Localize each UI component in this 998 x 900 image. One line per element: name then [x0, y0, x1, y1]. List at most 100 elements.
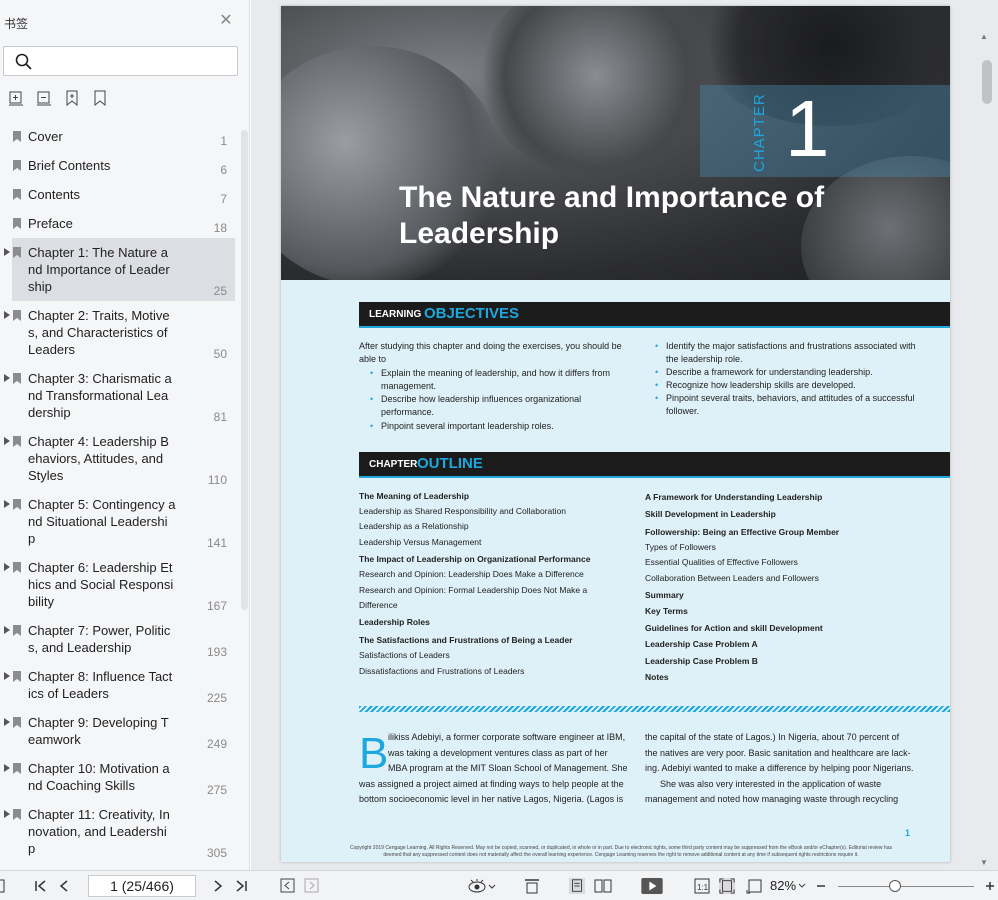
continuous-scroll-icon[interactable] [524, 878, 540, 894]
objective-item: Explain the meaning of leadership, and h… [370, 367, 626, 393]
expand-arrow-icon[interactable] [4, 500, 10, 508]
close-icon[interactable]: ✕ [218, 13, 234, 29]
last-page-icon[interactable] [234, 878, 248, 894]
bookmark-label: Contents [28, 187, 81, 202]
previous-page-icon[interactable] [58, 878, 70, 894]
bookmarks-sidebar: 书签 ✕ Cover 1 Brief Contents 6 Contents 7 Prefa… [0, 0, 250, 870]
bookmark-flag-icon [13, 671, 21, 682]
expand-arrow-icon[interactable] [4, 672, 10, 680]
sidebar-scrollbar[interactable] [241, 130, 248, 610]
sidebar-title: 书签 [4, 17, 29, 31]
bookmark-flag-icon [13, 436, 21, 447]
bookmark-item[interactable]: Cover 1 [0, 122, 240, 151]
bookmark-flag-icon [13, 160, 21, 171]
bottom-toolbar: 1:1 82% [0, 870, 998, 900]
objective-item: Pinpoint several traits, behaviors, and … [655, 392, 916, 418]
outline-entry: Research and Opinion: Leadership Does Ma… [359, 569, 584, 579]
document-viewer: CHAPTER 1 The Nature and Importance of L… [251, 0, 998, 870]
chapter-hero-image: CHAPTER 1 The Nature and Importance of L… [281, 6, 950, 280]
bookmark-page-number: 81 [213, 410, 227, 424]
bookmark-label: Brief Contents [28, 158, 111, 173]
expand-arrow-icon[interactable] [4, 810, 10, 818]
outline-entry: Guidelines for Action and skill Developm… [645, 623, 823, 633]
bookmark-flag-icon [13, 763, 21, 774]
objective-item: Describe a framework for understanding l… [655, 366, 916, 379]
expand-arrow-icon[interactable] [4, 718, 10, 726]
bookmark-page-number: 305 [206, 846, 227, 860]
single-page-icon[interactable] [568, 878, 586, 894]
bookmark-page-number: 50 [213, 347, 227, 361]
objectives-underline [359, 326, 950, 328]
bookmark-flag-icon [13, 625, 21, 636]
bookmark-item[interactable]: Chapter 9: Developing T eamwork 249 [0, 708, 240, 754]
bookmark-label: Chapter 1: The Nature a nd Importance of… [28, 245, 170, 294]
bookmark-item[interactable]: Chapter 10: Motivation a nd Coaching Ski… [0, 754, 240, 800]
bookmark-icon[interactable] [92, 90, 108, 106]
body-text-line: the capital of the state of Lagos.) In N… [645, 732, 900, 742]
body-text-line: the natives are very poor. Basic sanitat… [645, 748, 911, 758]
expand-arrow-icon[interactable] [4, 437, 10, 445]
bookmark-search-input[interactable] [40, 51, 230, 71]
scroll-up-icon[interactable]: ▲ [980, 32, 988, 41]
bookmark-flag-icon [13, 189, 21, 200]
bookmark-item[interactable]: Chapter 4: Leadership B ehaviors, Attitu… [0, 427, 240, 490]
bookmark-item[interactable]: Contents 7 [0, 180, 240, 209]
drop-cap: B [359, 729, 389, 778]
expand-all-icon[interactable] [8, 90, 24, 106]
zoom-slider-thumb[interactable] [889, 880, 902, 892]
fit-page-icon[interactable] [718, 878, 736, 894]
next-page-icon[interactable] [212, 878, 224, 894]
outline-entry: Difference [359, 600, 398, 610]
bookmark-flag-icon [13, 373, 21, 384]
play-slideshow-icon[interactable] [640, 878, 664, 894]
outline-entry: Followership: Being an Effective Group M… [645, 527, 840, 537]
outline-entry: Leadership Roles [359, 617, 430, 627]
zoom-in-icon[interactable] [984, 878, 996, 894]
bookmark-item[interactable]: Chapter 6: Leadership Et hics and Social… [0, 553, 240, 616]
expand-arrow-icon[interactable] [4, 248, 10, 256]
expand-arrow-icon[interactable] [4, 563, 10, 571]
fit-width-icon[interactable] [746, 878, 764, 894]
bookmark-page-number: 249 [206, 737, 227, 751]
body-text-line: ing. Adebiyi wanted to make a difference… [645, 763, 914, 773]
actual-size-icon[interactable]: 1:1 [694, 878, 710, 894]
outline-entry: Research and Opinion: Formal Leadership … [359, 585, 588, 595]
sidebar-toggle-icon[interactable] [0, 878, 6, 894]
body-text-line: was assigned a project aimed at finding … [359, 779, 624, 789]
bookmark-item[interactable]: Preface 18 [0, 209, 240, 238]
outline-entry: A Framework for Understanding Leadership [645, 492, 823, 502]
bookmark-item[interactable]: Chapter 8: Influence Tact ics of Leaders… [0, 662, 240, 708]
first-page-icon[interactable] [34, 878, 48, 894]
bookmark-flag-icon [13, 218, 21, 229]
bookmark-tools [8, 90, 108, 108]
viewer-scrollbar-thumb[interactable] [982, 60, 992, 104]
bookmark-search-box[interactable] [3, 46, 238, 76]
bookmark-page-number: 6 [220, 163, 227, 177]
expand-arrow-icon[interactable] [4, 311, 10, 319]
expand-arrow-icon[interactable] [4, 374, 10, 382]
bookmark-label: Chapter 10: Motivation a nd Coaching Ski… [28, 761, 170, 793]
page-number-input[interactable] [88, 875, 196, 897]
bookmark-item[interactable]: Chapter 1: The Nature a nd Importance of… [0, 238, 240, 301]
bookmark-item[interactable]: Chapter 2: Traits, Motive s, and Charact… [0, 301, 240, 364]
outline-entry: Summary [645, 590, 684, 600]
scroll-down-icon[interactable]: ▼ [980, 858, 988, 867]
zoom-dropdown-icon[interactable] [798, 878, 806, 894]
expand-arrow-icon[interactable] [4, 626, 10, 634]
add-bookmark-icon[interactable] [64, 90, 80, 106]
two-page-icon[interactable] [594, 878, 612, 894]
bookmark-item[interactable]: Brief Contents 6 [0, 151, 240, 180]
zoom-out-icon[interactable] [815, 878, 827, 894]
collapse-all-icon[interactable] [36, 90, 52, 106]
zoom-level[interactable]: 82% [770, 878, 796, 893]
bookmark-item[interactable]: Chapter 11: Creativity, In novation, and… [0, 800, 240, 863]
bookmark-item[interactable]: Chapter 7: Power, Politic s, and Leaders… [0, 616, 240, 662]
bookmark-item[interactable]: Chapter 3: Charismatic a nd Transformati… [0, 364, 240, 427]
back-view-icon[interactable] [280, 878, 296, 894]
bookmark-item[interactable]: Chapter 5: Contingency a nd Situational … [0, 490, 240, 553]
zoom-slider-track[interactable] [838, 886, 974, 887]
forward-view-icon[interactable] [304, 878, 320, 894]
expand-arrow-icon[interactable] [4, 764, 10, 772]
eye-care-mode-icon[interactable] [468, 878, 496, 894]
bookmark-page-number: 18 [213, 221, 227, 235]
